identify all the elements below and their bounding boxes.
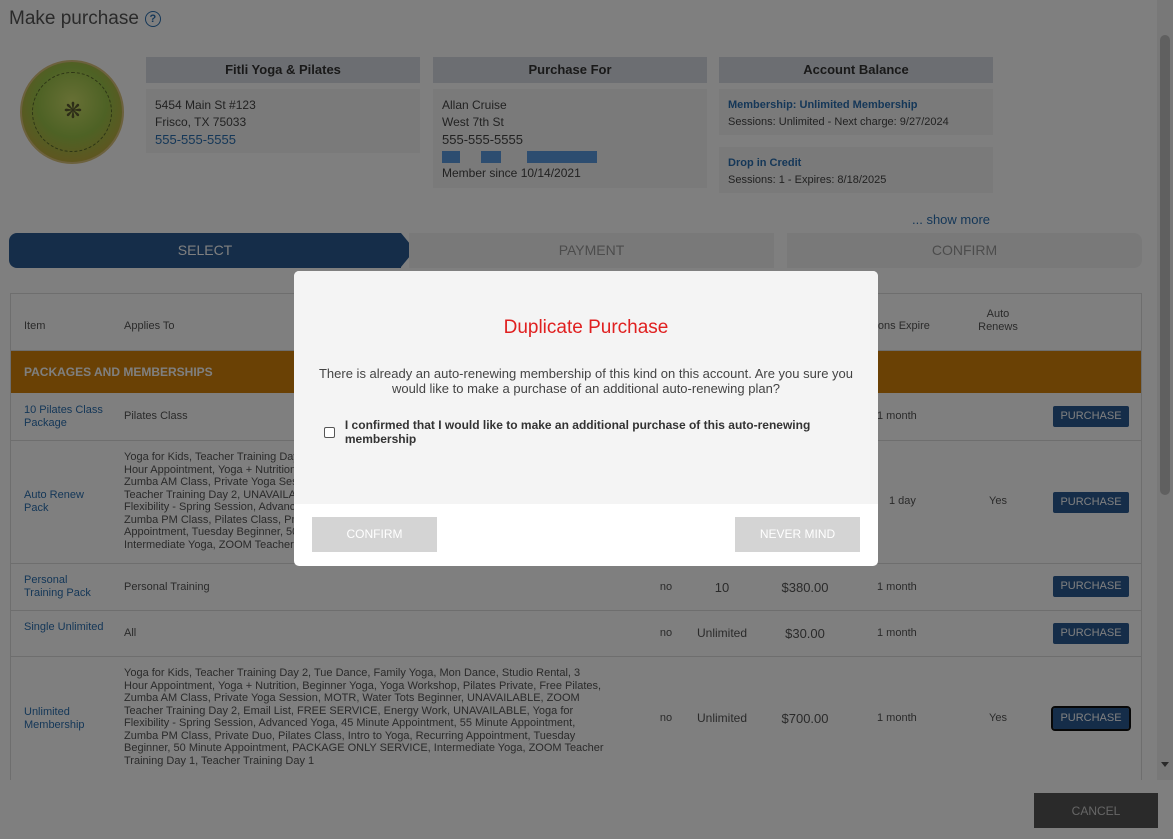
- duplicate-purchase-dialog: Duplicate Purchase There is already an a…: [294, 271, 878, 566]
- dialog-message: There is already an auto-renewing member…: [318, 366, 853, 396]
- dialog-title: Duplicate Purchase: [503, 317, 669, 338]
- confirm-checkbox-label[interactable]: I confirmed that I would like to make an…: [345, 418, 878, 446]
- confirm-button[interactable]: CONFIRM: [312, 517, 437, 552]
- confirm-checkbox-row[interactable]: I confirmed that I would like to make an…: [324, 418, 878, 446]
- dialog-body: Duplicate Purchase There is already an a…: [294, 271, 878, 504]
- confirm-checkbox[interactable]: [324, 426, 335, 438]
- never-mind-button[interactable]: NEVER MIND: [735, 517, 860, 552]
